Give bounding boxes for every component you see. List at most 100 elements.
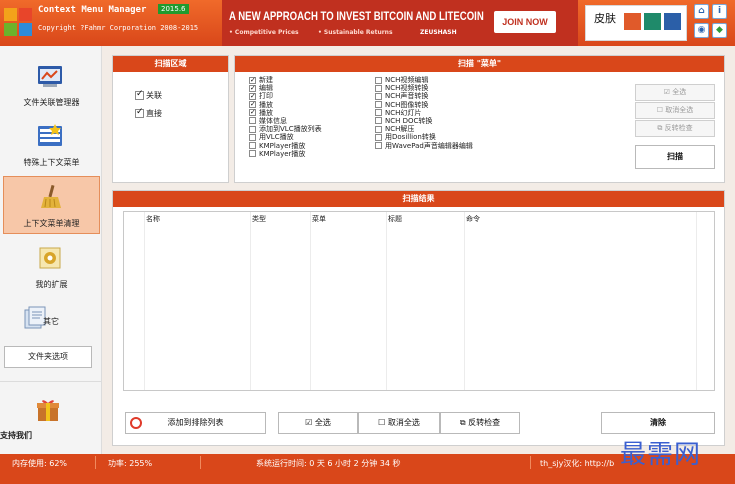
menu-checkbox-item[interactable]: 新建	[249, 76, 322, 84]
checkbox[interactable]	[249, 108, 256, 116]
button-label: 取消全选	[665, 106, 694, 114]
scope-association-checkbox[interactable]: 关联	[135, 89, 162, 101]
menu-checkbox-item[interactable]: NCH声音转换	[375, 92, 473, 100]
column-header-title[interactable]: 标题	[388, 214, 402, 224]
info-icon[interactable]: i	[712, 4, 727, 19]
wireless-icon[interactable]: ◉	[694, 23, 709, 38]
checkbox-label: NCH图像转换	[385, 100, 429, 109]
checkbox[interactable]	[375, 109, 382, 117]
scope-direct-checkbox[interactable]: 直接	[135, 107, 162, 119]
power-usage: 功率: 255%	[108, 459, 153, 468]
special-menu-icon	[38, 124, 62, 146]
watermark-text: 最需网	[620, 440, 702, 470]
ad-join-button[interactable]: JOIN NOW	[494, 11, 556, 33]
skin-swatch-green[interactable]	[644, 13, 661, 30]
button-label: 全选	[672, 88, 687, 96]
sidebar-item-my-extensions[interactable]: 我的扩展	[3, 238, 100, 296]
menu-checkbox-item[interactable]: 媒体信息	[249, 117, 322, 125]
menu-checkbox-item[interactable]: 播放	[249, 108, 322, 117]
checkbox-label: KMPlayer播放	[259, 141, 306, 150]
file-association-icon	[38, 66, 62, 87]
checkbox[interactable]	[375, 76, 382, 84]
checkbox[interactable]	[249, 92, 256, 100]
checkbox[interactable]	[249, 100, 256, 108]
folder-options-button[interactable]: 文件夹选项	[4, 346, 92, 368]
deselect-all-button[interactable]: ☐ 取消全选	[635, 102, 715, 119]
home-icon[interactable]: ⌂	[694, 4, 709, 19]
sidebar-item-label: 上下文菜单清理	[23, 219, 80, 228]
menu-checkbox-item[interactable]: 用VLC播放	[249, 133, 322, 141]
menu-checkbox-item[interactable]: 用Dosillion转换	[375, 133, 473, 141]
memory-usage: 内存使用: 62%	[12, 459, 68, 468]
button-label: 反转检查	[468, 418, 501, 427]
results-invert-button[interactable]: ⧉ 反转检查	[440, 412, 520, 434]
checkbox-label: NCH视频编辑	[385, 76, 429, 84]
checkbox-label: NCH视频转换	[385, 84, 429, 93]
menu-checkbox-item[interactable]: 播放	[249, 100, 322, 109]
column-header-name[interactable]: 名称	[146, 214, 160, 224]
checkbox-label: 新建	[259, 76, 273, 84]
skin-selector: 皮肤	[585, 5, 687, 41]
sidebar-item-file-association[interactable]: 文件关联管理器	[3, 56, 100, 114]
button-label: 取消全选	[387, 418, 420, 427]
checkbox[interactable]	[249, 133, 256, 141]
checkbox[interactable]	[135, 107, 144, 118]
header-icons: ⌂ i ◉ ◆	[694, 4, 730, 42]
sidebar-item-special-menu[interactable]: 特殊上下文菜单	[3, 116, 100, 174]
column-header-menu[interactable]: 菜单	[312, 214, 326, 224]
column-header-command[interactable]: 命令	[466, 214, 480, 224]
checkbox-label: NCH DOC转换	[385, 116, 433, 125]
checkbox-label: NCH幻灯片	[385, 108, 422, 117]
checkbox[interactable]	[249, 125, 256, 133]
checkbox-label: NCH解压	[385, 125, 415, 134]
checkbox[interactable]	[249, 84, 256, 92]
checkbox[interactable]	[375, 101, 382, 109]
menu-checkbox-item[interactable]: NCH幻灯片	[375, 109, 473, 117]
checkbox[interactable]	[135, 89, 144, 100]
checkbox[interactable]	[249, 76, 256, 84]
sidebar-item-label: 文件关联管理器	[23, 98, 80, 107]
results-select-all-button[interactable]: ☑ 全选	[278, 412, 358, 434]
menu-checkbox-item[interactable]: KMPlayer播放	[249, 142, 322, 150]
title-bar: Context Menu Manager 2015.6 Copyright ?F…	[0, 0, 735, 46]
checkbox[interactable]	[375, 117, 382, 125]
update-icon[interactable]: ◆	[712, 23, 727, 38]
add-to-exclude-button[interactable]: 添加到排除列表	[125, 412, 266, 434]
checkbox-label: 用VLC播放	[259, 133, 294, 142]
checkbox-label: 播放	[259, 108, 273, 117]
menu-checkbox-item[interactable]: KMPlayer播放	[249, 150, 322, 158]
sidebar-item-other[interactable]: 其它	[3, 296, 100, 342]
checkbox[interactable]	[375, 125, 382, 133]
clean-button[interactable]: 清除	[601, 412, 715, 434]
checkbox[interactable]	[375, 133, 382, 141]
checkbox[interactable]	[375, 84, 382, 92]
menu-checkbox-item[interactable]: NCH视频编辑	[375, 76, 473, 84]
scan-button[interactable]: 扫描	[635, 145, 715, 169]
results-deselect-all-button[interactable]: ☐ 取消全选	[358, 412, 440, 434]
invert-selection-button[interactable]: ⧉ 反转检查	[635, 120, 715, 137]
checkbox[interactable]	[375, 92, 382, 100]
menu-checkbox-item[interactable]: 打印	[249, 92, 322, 100]
scan-results-title: 扫描结果	[113, 191, 724, 207]
checkbox[interactable]	[249, 150, 256, 158]
checkbox[interactable]	[249, 142, 256, 149]
menu-list-left: 新建编辑打印播放播放媒体信息添加到VLC播放列表用VLC播放KMPlayer播放…	[249, 76, 322, 158]
menu-checkbox-item[interactable]: NCH DOC转换	[375, 117, 473, 125]
support-us-button[interactable]: 支持我们	[0, 381, 101, 454]
results-table[interactable]: 名称 类型 菜单 标题 命令	[123, 211, 715, 391]
checkbox[interactable]	[249, 117, 256, 125]
column-header-type[interactable]: 类型	[252, 214, 266, 224]
menu-checkbox-item[interactable]: NCH图像转换	[375, 101, 473, 109]
credit-link[interactable]: th_sjy汉化: http://b	[540, 458, 614, 469]
skin-swatch-orange[interactable]	[624, 13, 641, 30]
ad-banner[interactable]: A NEW APPROACH TO INVEST BITCOIN AND LIT…	[222, 0, 578, 46]
ad-headline: A NEW APPROACH TO INVEST BITCOIN AND LIT…	[229, 9, 484, 23]
skin-swatch-blue[interactable]	[664, 13, 681, 30]
sidebar-item-menu-cleanup[interactable]: 上下文菜单清理	[3, 176, 100, 234]
skin-label: 皮肤	[594, 12, 616, 25]
select-all-button[interactable]: ☑ 全选	[635, 84, 715, 101]
scan-menu-title: 扫描 "菜单"	[235, 56, 724, 72]
checkbox[interactable]	[375, 142, 382, 149]
menu-checkbox-item[interactable]: 用WavePad声音编辑器编辑	[375, 142, 473, 150]
checkbox-label: 关联	[146, 91, 162, 100]
